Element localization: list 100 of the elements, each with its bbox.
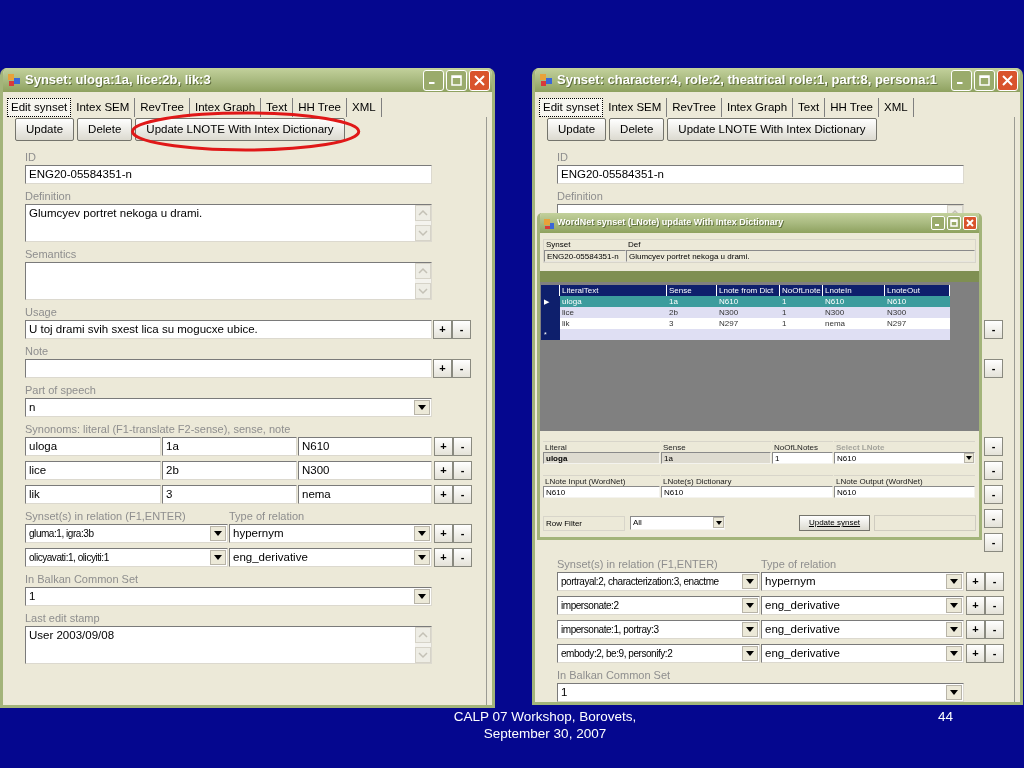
remove-button[interactable]: - xyxy=(985,644,1004,663)
text-field[interactable]: N300 xyxy=(298,461,432,480)
tab[interactable]: Text xyxy=(261,98,294,117)
add-button[interactable]: + xyxy=(434,548,453,567)
tab[interactable]: Intex Graph xyxy=(190,98,262,117)
dropdown-button[interactable] xyxy=(414,550,430,565)
dropdown-button[interactable] xyxy=(946,622,962,637)
column-header[interactable]: LnoteOut xyxy=(885,285,950,296)
tab[interactable]: Text xyxy=(793,98,826,117)
text-field[interactable]: ENG20-05584351-n xyxy=(544,250,626,262)
tab[interactable]: XML xyxy=(879,98,914,117)
remove-button[interactable]: - xyxy=(984,461,1003,480)
text-field[interactable]: N610 xyxy=(834,486,975,498)
text-field[interactable]: ENG20-05584351-n xyxy=(25,165,432,184)
remove-button[interactable]: - xyxy=(453,485,472,504)
text-area[interactable]: Glumcyev portret nekoga u drami. xyxy=(25,204,432,242)
button[interactable]: Update xyxy=(15,118,75,141)
remove-button[interactable]: - xyxy=(453,524,472,543)
dropdown-button[interactable] xyxy=(946,574,962,589)
button[interactable]: Update LNOTE With Intex Dictionary xyxy=(667,118,877,141)
add-button[interactable]: + xyxy=(434,524,453,543)
dropdown-button[interactable] xyxy=(414,526,430,541)
text-field[interactable] xyxy=(25,359,432,378)
text-field[interactable]: 2b xyxy=(162,461,297,480)
text-area[interactable] xyxy=(25,262,432,300)
remove-button[interactable]: - xyxy=(984,359,1003,378)
add-button[interactable]: + xyxy=(966,620,985,639)
close-button[interactable] xyxy=(997,69,1018,91)
dropdown-button[interactable] xyxy=(946,685,962,700)
tab[interactable]: Intex SEM xyxy=(603,98,668,117)
remove-button[interactable]: - xyxy=(452,320,471,339)
text-field[interactable]: ENG20-05584351-n xyxy=(557,165,964,184)
text-field[interactable]: U toj drami svih sxest lica su mogucxe ubice. xyxy=(25,320,432,339)
dropdown-button[interactable] xyxy=(414,589,430,604)
column-header[interactable]: LiteralText xyxy=(560,285,667,296)
dropdown-field[interactable]: embody:2, be:9, personify:2 xyxy=(557,644,760,663)
add-button[interactable]: + xyxy=(433,320,452,339)
remove-button[interactable]: - xyxy=(453,461,472,480)
tab[interactable]: HH Tree xyxy=(293,98,347,117)
dropdown-button[interactable] xyxy=(414,400,430,415)
dropdown-field[interactable]: 1 xyxy=(557,683,964,702)
remove-button[interactable]: - xyxy=(453,548,472,567)
dropdown-button[interactable] xyxy=(946,598,962,613)
close-button[interactable] xyxy=(963,216,977,230)
tab[interactable]: RevTree xyxy=(135,98,190,117)
tab[interactable]: HH Tree xyxy=(825,98,879,117)
dropdown-field[interactable]: gluma:1, igra:3b xyxy=(25,524,228,543)
dropdown-button[interactable] xyxy=(210,526,226,541)
text-field[interactable]: 1a xyxy=(162,437,297,456)
dropdown-button[interactable] xyxy=(742,646,758,661)
tab[interactable]: RevTree xyxy=(667,98,722,117)
update-button[interactable]: Update synset xyxy=(799,515,870,531)
remove-button[interactable]: - xyxy=(452,359,471,378)
add-button[interactable]: + xyxy=(434,437,453,456)
dropdown-field[interactable]: impersonate:1, portray:3 xyxy=(557,620,760,639)
text-field[interactable]: lice xyxy=(25,461,161,480)
dropdown-field[interactable]: portrayal:2, characterization:3, enactme xyxy=(557,572,760,591)
remove-button[interactable]: - xyxy=(984,437,1003,456)
dropdown-field[interactable]: eng_derivative xyxy=(229,548,432,567)
dropdown-field[interactable]: hypernym xyxy=(761,572,964,591)
button[interactable]: Update LNOTE With Intex Dictionary xyxy=(135,118,345,141)
remove-button[interactable]: - xyxy=(985,596,1004,615)
button[interactable]: Delete xyxy=(609,118,665,141)
close-button[interactable] xyxy=(469,69,490,91)
tab[interactable]: Edit synset xyxy=(539,98,604,117)
dropdown-field[interactable]: impersonate:2 xyxy=(557,596,760,615)
text-field[interactable]: 1a xyxy=(661,452,771,464)
dropdown-button[interactable] xyxy=(713,517,724,528)
text-field[interactable]: uloga xyxy=(25,437,161,456)
tab[interactable]: Intex SEM xyxy=(71,98,136,117)
text-field[interactable]: Glumcyev portret nekoga u drami. xyxy=(626,250,975,262)
dropdown-field[interactable]: eng_derivative xyxy=(761,620,964,639)
text-field[interactable]: nema xyxy=(298,485,432,504)
remove-button[interactable]: - xyxy=(984,320,1003,339)
dropdown-field[interactable]: 1 xyxy=(25,587,432,606)
text-field[interactable]: N610 xyxy=(661,486,833,498)
tab[interactable]: Edit synset xyxy=(7,98,72,117)
dropdown-button[interactable] xyxy=(742,598,758,613)
add-button[interactable]: + xyxy=(434,485,453,504)
text-field[interactable]: 1 xyxy=(772,452,833,464)
text-field[interactable]: 3 xyxy=(162,485,297,504)
remove-button[interactable]: - xyxy=(985,572,1004,591)
text-field[interactable]: N610 xyxy=(298,437,432,456)
table-row[interactable]: lik 3 N297 1 nema N297 xyxy=(541,318,950,329)
remove-button[interactable]: - xyxy=(984,533,1003,552)
add-button[interactable]: + xyxy=(966,644,985,663)
button[interactable]: Delete xyxy=(77,118,133,141)
dropdown-field[interactable]: All xyxy=(630,516,725,530)
add-button[interactable]: + xyxy=(966,572,985,591)
text-field[interactable]: N610 xyxy=(543,486,660,498)
remove-button[interactable]: - xyxy=(984,485,1003,504)
dropdown-button[interactable] xyxy=(210,550,226,565)
dropdown-field[interactable]: eng_derivative xyxy=(761,596,964,615)
add-button[interactable]: + xyxy=(433,359,452,378)
dropdown-button[interactable] xyxy=(742,574,758,589)
tab[interactable]: Intex Graph xyxy=(722,98,794,117)
text-field[interactable]: uloga xyxy=(543,452,660,464)
remove-button[interactable]: - xyxy=(985,620,1004,639)
add-button[interactable]: + xyxy=(966,596,985,615)
dropdown-field[interactable]: eng_derivative xyxy=(761,644,964,663)
